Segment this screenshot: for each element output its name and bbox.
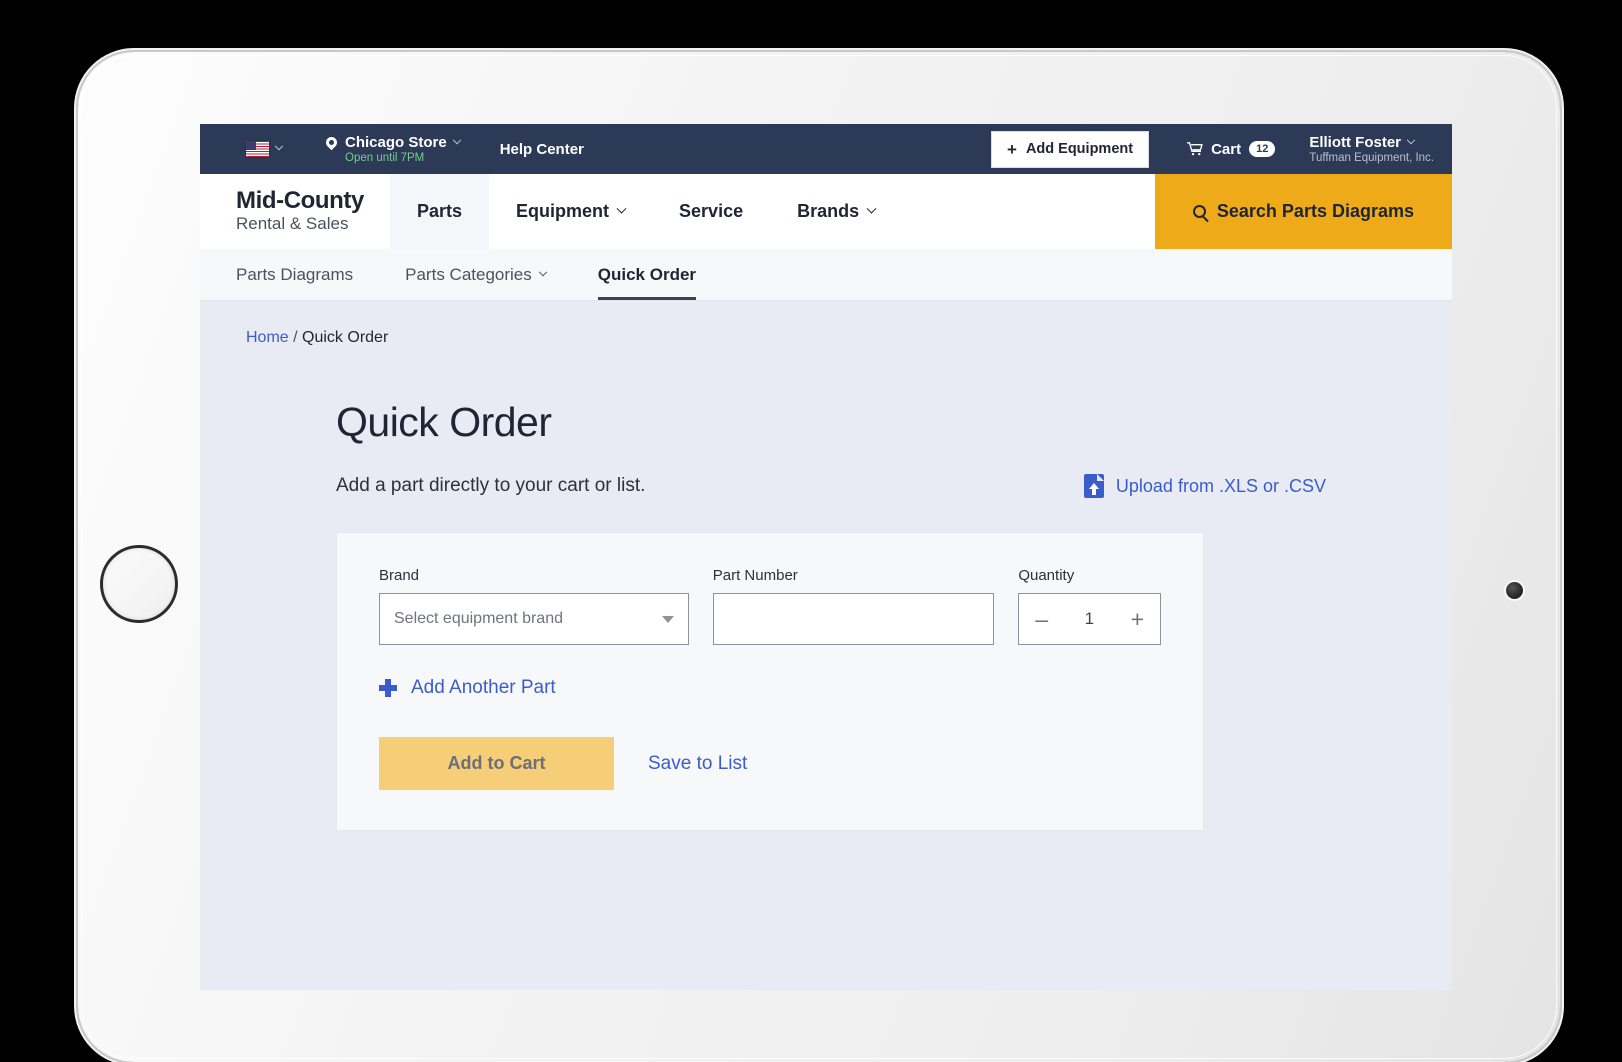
add-another-part-label: Add Another Part	[411, 677, 556, 698]
brand-select-placeholder: Select equipment brand	[394, 610, 563, 627]
breadcrumb-home-link[interactable]: Home	[246, 329, 289, 346]
account-company: Tuffman Equipment, Inc.	[1309, 152, 1434, 164]
nav-item-equipment[interactable]: Equipment	[489, 174, 652, 249]
chevron-down-icon	[538, 267, 548, 276]
breadcrumb: Home / Quick Order	[236, 301, 1416, 347]
us-flag-icon	[246, 141, 269, 157]
quick-order-form-card: Brand Select equipment brand Part Number	[336, 532, 1204, 831]
brand-select[interactable]: Select equipment brand	[379, 593, 689, 645]
nav-item-label: Brands	[797, 201, 860, 221]
country-selector[interactable]	[246, 141, 284, 157]
nav-item-brands[interactable]: Brands	[770, 174, 902, 249]
page-title: Quick Order	[336, 399, 552, 445]
chevron-down-icon	[452, 135, 461, 144]
utility-bar: Chicago Store Open until 7PM Help Center…	[200, 124, 1452, 174]
utility-bar-right: + Add Equipment Cart 12 Elliott Foster T…	[991, 130, 1434, 168]
plus-icon	[379, 679, 397, 697]
store-name: Chicago Store	[345, 134, 447, 151]
form-fields-row: Brand Select equipment brand Part Number	[379, 567, 1161, 645]
store-hours: Open until 7PM	[345, 152, 425, 164]
camera-icon	[1506, 582, 1523, 599]
nav-item-label: Equipment	[516, 201, 610, 221]
chevron-down-icon	[616, 203, 627, 214]
nav-item-label: Service	[679, 201, 744, 221]
tablet-device-frame: Chicago Store Open until 7PM Help Center…	[78, 52, 1560, 1062]
quantity-decrement-button[interactable]: –	[1035, 607, 1048, 631]
page-content: Home / Quick Order Quick Order Add a par…	[200, 301, 1452, 831]
chevron-down-icon	[866, 203, 877, 214]
brand-field-group: Brand Select equipment brand	[379, 567, 689, 645]
form-actions-row: Add to Cart Save to List	[379, 737, 1161, 790]
subnav-item-parts-categories[interactable]: Parts Categories	[405, 249, 574, 300]
store-selector[interactable]: Chicago Store Open until 7PM	[323, 134, 461, 164]
part-number-field-group: Part Number	[712, 567, 995, 645]
subnav-item-label: Quick Order	[597, 264, 697, 284]
add-equipment-button[interactable]: + Add Equipment	[991, 130, 1150, 168]
breadcrumb-current: Quick Order	[302, 329, 389, 346]
add-to-cart-button[interactable]: Add to Cart	[379, 737, 614, 790]
account-name: Elliott Foster	[1309, 134, 1402, 151]
nav-item-service[interactable]: Service	[652, 174, 770, 249]
plus-icon: +	[1007, 139, 1017, 159]
quantity-stepper: – 1 +	[1018, 593, 1161, 645]
page-body: Quick Order Add a part directly to your …	[236, 347, 1416, 831]
quantity-field-group: Quantity – 1 +	[1018, 567, 1161, 645]
cart-button[interactable]: Cart 12	[1187, 140, 1276, 158]
location-pin-icon	[323, 134, 340, 151]
logo-subtitle: Rental & Sales	[236, 214, 349, 234]
cart-label: Cart	[1211, 140, 1242, 158]
chevron-down-icon	[274, 141, 284, 151]
save-to-list-button[interactable]: Save to List	[648, 753, 747, 775]
quantity-increment-button[interactable]: +	[1131, 607, 1144, 631]
site-logo[interactable]: Mid-County Rental & Sales	[200, 174, 390, 249]
cart-count-badge: 12	[1249, 140, 1276, 158]
quantity-label: Quantity	[1018, 567, 1075, 584]
quantity-value: 1	[1084, 609, 1095, 628]
logo-title: Mid-County	[236, 187, 364, 215]
page-subtitle: Add a part directly to your cart or list…	[336, 475, 646, 496]
account-menu[interactable]: Elliott Foster Tuffman Equipment, Inc.	[1309, 134, 1434, 164]
chevron-down-icon	[1406, 135, 1416, 144]
subnav-item-parts-diagrams[interactable]: Parts Diagrams	[236, 249, 381, 300]
sub-navigation: Parts Diagrams Parts Categories Quick Or…	[200, 249, 1452, 301]
subnav-item-quick-order[interactable]: Quick Order	[597, 249, 724, 300]
part-number-input[interactable]	[712, 593, 995, 645]
help-center-link[interactable]: Help Center	[500, 141, 584, 158]
add-equipment-label: Add Equipment	[1025, 141, 1134, 157]
upload-link-label: Upload from .XLS or .CSV	[1115, 475, 1326, 496]
nav-item-label: Parts	[417, 201, 463, 221]
chevron-down-icon	[661, 615, 674, 623]
upload-file-icon	[1083, 474, 1104, 498]
brand-label: Brand	[379, 567, 420, 584]
search-label: Search Parts Diagrams	[1216, 201, 1414, 221]
subnav-item-label: Parts Diagrams	[236, 264, 354, 284]
breadcrumb-separator: /	[288, 329, 303, 346]
screen-viewport: Chicago Store Open until 7PM Help Center…	[200, 124, 1452, 990]
part-number-label: Part Number	[712, 567, 798, 584]
upload-file-link[interactable]: Upload from .XLS or .CSV	[1083, 474, 1326, 498]
search-parts-diagrams-button[interactable]: Search Parts Diagrams	[1154, 174, 1452, 249]
cart-icon	[1187, 142, 1203, 156]
add-another-part-button[interactable]: Add Another Part	[379, 677, 1161, 699]
home-button[interactable]	[100, 545, 178, 623]
nav-item-parts[interactable]: Parts	[390, 174, 490, 249]
search-icon	[1192, 205, 1206, 218]
subtitle-row: Add a part directly to your cart or list…	[336, 474, 1416, 498]
subnav-item-label: Parts Categories	[405, 264, 532, 284]
main-navigation: Mid-County Rental & Sales Parts Equipmen…	[200, 174, 1452, 249]
